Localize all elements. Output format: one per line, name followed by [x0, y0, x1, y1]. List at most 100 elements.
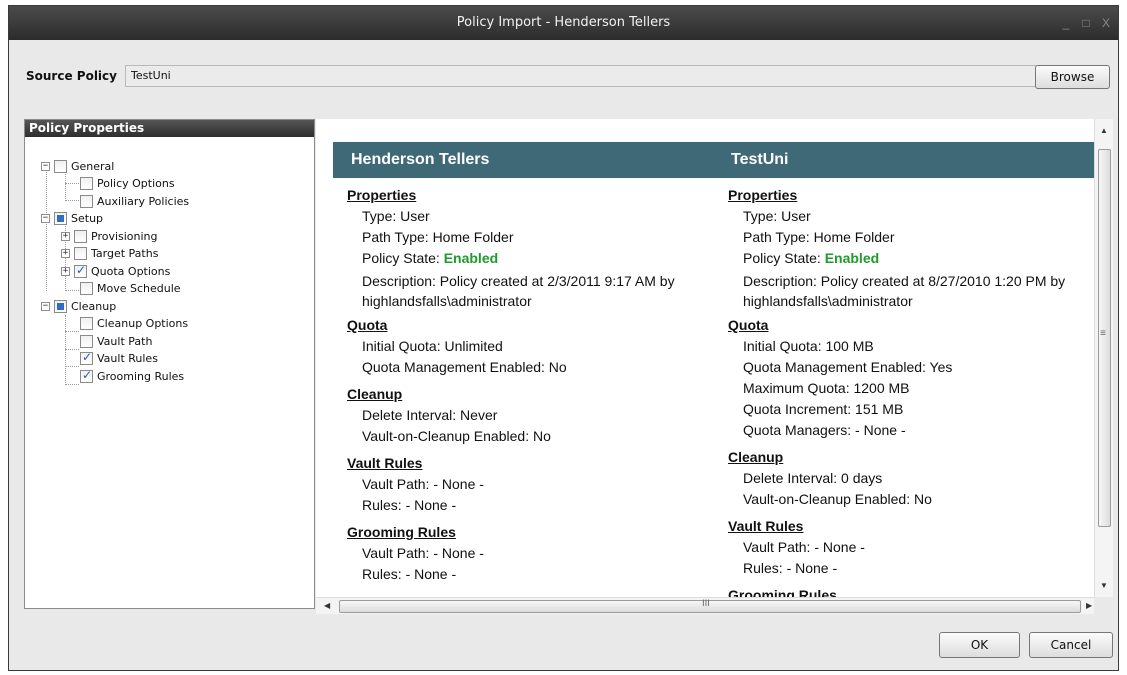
horizontal-scroll-thumb[interactable]: III	[339, 599, 1081, 613]
property-description: Description: Policy created at 2/3/2011 …	[362, 273, 675, 309]
property-delete-interval: Delete Interval: 0 days	[743, 470, 883, 486]
scroll-up-icon[interactable]: ▲	[1100, 126, 1108, 135]
section-heading: Properties	[728, 187, 798, 203]
property-vault-path: Vault Path: - None -	[743, 539, 865, 555]
tree-item-vault-path[interactable]: Vault Path	[80, 333, 152, 349]
property-path-type: Path Type: Home Folder	[362, 229, 514, 245]
property-quota-increment: Quota Increment: 151 MB	[743, 401, 904, 417]
expand-icon[interactable]: +	[61, 266, 70, 276]
tree-item-auxiliary-policies[interactable]: Auxiliary Policies	[80, 193, 189, 209]
section-heading: Vault Rules	[728, 518, 804, 534]
section-heading: Quota	[347, 317, 388, 333]
tree-item-move-schedule[interactable]: Move Schedule	[80, 280, 181, 296]
auxiliary-policies-checkbox[interactable]	[80, 194, 93, 208]
target-paths-checkbox[interactable]	[74, 246, 87, 260]
horizontal-scrollbar[interactable]: ◀ III ▶	[316, 597, 1094, 614]
property-type: Type: User	[362, 208, 430, 224]
property-vault-on-cleanup: Vault-on-Cleanup Enabled: No	[362, 428, 551, 444]
tree-item-cleanup-options[interactable]: Cleanup Options	[80, 315, 188, 331]
quota-options-checkbox[interactable]	[74, 263, 87, 278]
source-policy-column: Properties Type: User Path Type: Home Fo…	[728, 187, 1094, 597]
policy-state-value: Enabled	[443, 250, 499, 266]
property-vault-path: Vault Path: - None -	[362, 476, 484, 492]
collapse-icon[interactable]: −	[41, 161, 50, 171]
tree-item-target-paths[interactable]: + Target Paths	[61, 245, 158, 261]
window-title: Policy Import - Henderson Tellers	[456, 15, 671, 30]
grooming-rules-checkbox[interactable]	[80, 368, 93, 383]
source-policy-name: TestUni	[731, 151, 789, 168]
property-description: Description: Policy created at 8/27/2010…	[743, 273, 1066, 309]
policy-properties-header: Policy Properties	[25, 120, 314, 137]
tree-item-cleanup[interactable]: − Cleanup	[41, 298, 116, 314]
policy-comparison-view: Henderson Tellers TestUni Properties Typ…	[316, 119, 1094, 597]
title-bar: Policy Import - Henderson Tellers _ □ X	[9, 6, 1118, 40]
general-checkbox[interactable]	[54, 159, 67, 173]
scroll-left-icon[interactable]: ◀	[324, 601, 330, 610]
section-heading: Quota	[728, 317, 769, 333]
property-rules: Rules: - None -	[362, 497, 457, 513]
property-policy-state: Policy State: Enabled	[743, 250, 880, 266]
property-path-type: Path Type: Home Folder	[743, 229, 895, 245]
comparison-header: Henderson Tellers TestUni	[333, 142, 1094, 178]
property-quota-management: Quota Management Enabled: No	[362, 359, 567, 375]
property-policy-state: Policy State: Enabled	[362, 250, 499, 266]
collapse-icon[interactable]: −	[41, 301, 50, 311]
source-policy-field[interactable]: TestUni	[125, 65, 1049, 87]
property-rules: Rules: - None -	[743, 560, 838, 576]
section-heading: Cleanup	[347, 386, 403, 402]
property-initial-quota: Initial Quota: 100 MB	[743, 338, 874, 354]
policy-options-checkbox[interactable]	[80, 176, 93, 190]
policy-properties-tree: − General Policy Options Auxiliary Polic…	[25, 137, 314, 608]
target-policy-name: Henderson Tellers	[351, 151, 490, 168]
section-heading: Grooming Rules	[728, 587, 837, 597]
property-initial-quota: Initial Quota: Unlimited	[362, 338, 503, 354]
property-delete-interval: Delete Interval: Never	[362, 407, 498, 423]
maximize-icon[interactable]: □	[1080, 16, 1092, 30]
policy-properties-panel: Policy Properties − General Policy Optio…	[24, 119, 315, 609]
vault-path-checkbox[interactable]	[80, 334, 93, 348]
source-policy-label: Source Policy	[26, 69, 117, 83]
setup-checkbox[interactable]	[54, 211, 67, 225]
cleanup-options-checkbox[interactable]	[80, 316, 93, 330]
tree-item-setup[interactable]: − Setup	[41, 210, 103, 226]
tree-item-vault-rules[interactable]: Vault Rules	[80, 350, 158, 366]
scroll-down-icon[interactable]: ▼	[1100, 581, 1108, 590]
window-controls: _ □ X	[1060, 16, 1112, 30]
move-schedule-checkbox[interactable]	[80, 281, 93, 295]
property-type: Type: User	[743, 208, 811, 224]
vault-rules-checkbox[interactable]	[80, 350, 93, 365]
property-vault-path: Vault Path: - None -	[362, 545, 484, 561]
section-heading: Properties	[347, 187, 417, 203]
tree-item-grooming-rules[interactable]: Grooming Rules	[80, 368, 184, 384]
property-maximum-quota: Maximum Quota: 1200 MB	[743, 380, 910, 396]
collapse-icon[interactable]: −	[41, 213, 50, 223]
browse-button[interactable]: Browse	[1035, 65, 1110, 89]
policy-state-value: Enabled	[824, 250, 880, 266]
section-heading: Grooming Rules	[347, 524, 456, 540]
provisioning-checkbox[interactable]	[74, 229, 87, 243]
tree-item-quota-options[interactable]: + Quota Options	[61, 263, 170, 279]
section-heading: Vault Rules	[347, 455, 423, 471]
grip-icon: III	[702, 599, 710, 609]
cancel-button[interactable]: Cancel	[1029, 632, 1113, 658]
target-policy-column: Properties Type: User Path Type: Home Fo…	[347, 187, 717, 587]
expand-icon[interactable]: +	[61, 248, 70, 258]
policy-import-window: Policy Import - Henderson Tellers _ □ X …	[8, 5, 1119, 671]
cleanup-checkbox[interactable]	[54, 299, 67, 313]
property-quota-managers: Quota Managers: - None -	[743, 422, 906, 438]
property-vault-on-cleanup: Vault-on-Cleanup Enabled: No	[743, 491, 932, 507]
expand-icon[interactable]: +	[61, 231, 70, 241]
grip-icon: ≡	[1100, 328, 1106, 339]
tree-item-provisioning[interactable]: + Provisioning	[61, 228, 158, 244]
close-icon[interactable]: X	[1100, 16, 1112, 30]
minimize-icon[interactable]: _	[1060, 16, 1072, 30]
section-heading: Cleanup	[728, 449, 784, 465]
tree-item-general[interactable]: − General	[41, 158, 114, 174]
ok-button[interactable]: OK	[939, 632, 1020, 658]
property-rules: Rules: - None -	[362, 566, 457, 582]
property-quota-management: Quota Management Enabled: Yes	[743, 359, 953, 375]
scroll-right-icon[interactable]: ▶	[1086, 601, 1092, 610]
vertical-scroll-thumb[interactable]: ≡	[1098, 149, 1111, 527]
vertical-scrollbar[interactable]: ▲ ≡ ▼	[1094, 119, 1113, 597]
tree-item-policy-options[interactable]: Policy Options	[80, 175, 175, 191]
